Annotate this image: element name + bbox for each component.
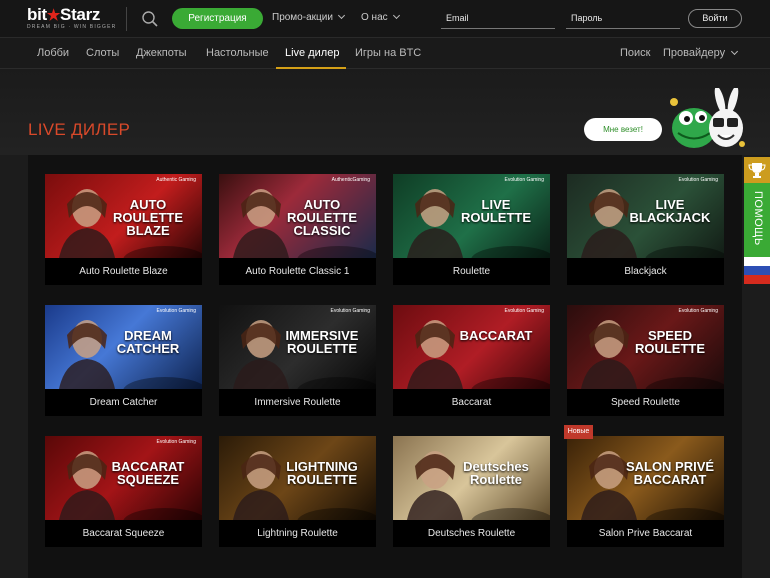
game-tile[interactable]: LIGHTNING ROULETTE Lightning Roulette xyxy=(219,436,376,547)
game-tile[interactable]: Evolution Gaming LIVE ROULETTE Roulette xyxy=(393,174,550,285)
game-name[interactable]: Deutsches Roulette xyxy=(393,520,550,547)
help-tab[interactable]: ПОМОЩЬ xyxy=(744,183,770,257)
game-tile[interactable]: Authentic Gaming AUTO ROULETTE BLAZE Auto … xyxy=(45,174,202,285)
game-name[interactable]: Salon Prive Baccarat xyxy=(567,520,724,547)
game-art-title: AUTO ROULETTE BLAZE xyxy=(112,197,184,238)
game-thumbnail[interactable]: Evolution Gaming IMMERSIVE ROULETTE xyxy=(219,305,376,389)
game-name[interactable]: Blackjack xyxy=(567,258,724,285)
trophy-icon[interactable] xyxy=(744,157,770,183)
mascot-image xyxy=(664,86,748,154)
game-art-title: LIVE ROULETTE xyxy=(460,197,532,225)
side-tabs: ПОМОЩЬ xyxy=(744,157,770,287)
password-field-wrap xyxy=(566,9,680,29)
game-tile[interactable]: AuthenticGaming AUTO ROULETTE CLASSIC Auto… xyxy=(219,174,376,285)
game-name[interactable]: Baccarat Squeeze xyxy=(45,520,202,547)
game-art-title: LIGHTNING ROULETTE xyxy=(286,459,358,487)
password-field[interactable] xyxy=(566,9,680,27)
game-tile[interactable]: SALON PRIVÉ BACCARAT Salon Prive Baccarat xyxy=(567,436,724,547)
game-thumbnail[interactable]: Evolution Gaming DREAM CATCHER xyxy=(45,305,202,389)
tab-slots[interactable]: Слоты xyxy=(86,47,119,59)
email-field-wrap xyxy=(441,9,555,29)
game-art-title: LIVE BLACKJACK xyxy=(629,197,711,225)
game-name[interactable]: Auto Roulette Blaze xyxy=(45,258,202,285)
lucky-button[interactable]: Мне везет! xyxy=(584,118,662,141)
game-art-title: IMMERSIVE ROULETTE xyxy=(285,328,359,356)
provider-logo: Authentic Gaming xyxy=(156,177,196,183)
game-name[interactable]: Speed Roulette xyxy=(567,389,724,416)
game-art-title: DREAM CATCHER xyxy=(116,328,180,356)
tab-jackpots[interactable]: Джекпоты xyxy=(136,47,187,59)
tab-live-dealer[interactable]: Live дилер xyxy=(285,47,339,59)
divider xyxy=(126,7,127,31)
game-art-title: BACCARAT xyxy=(459,328,533,343)
logo[interactable]: bit★Starz DREAM BIG · WIN BIGGER xyxy=(27,5,119,33)
tab-btc-games[interactable]: Игры на BTC xyxy=(355,47,421,59)
provider-logo: Evolution Gaming xyxy=(156,308,196,314)
language-flag-icon[interactable] xyxy=(744,257,770,284)
game-tile[interactable]: Evolution Gaming IMMERSIVE ROULETTE Immers… xyxy=(219,305,376,416)
logo-text: bit★Starz xyxy=(27,5,101,24)
game-tile[interactable]: Evolution Gaming LIVE BLACKJACK Blackjack xyxy=(567,174,724,285)
provider-filter[interactable]: Провайдеру xyxy=(663,47,739,59)
about-label: О нас xyxy=(361,12,388,23)
register-button[interactable]: Регистрация xyxy=(172,8,263,29)
provider-logo: AuthenticGaming xyxy=(331,177,370,183)
hero-band xyxy=(0,69,770,155)
chevron-down-icon xyxy=(731,47,739,56)
game-tile[interactable]: Evolution Gaming DREAM CATCHER Dream Catch… xyxy=(45,305,202,416)
game-tile[interactable]: Evolution Gaming BACCARAT Baccarat xyxy=(393,305,550,416)
game-art-title: SALON PRIVÉ BACCARAT xyxy=(625,459,715,487)
game-art-title: Deutsches Roulette xyxy=(463,459,529,487)
provider-logo: Evolution Gaming xyxy=(678,308,718,314)
about-dropdown[interactable]: О нас xyxy=(361,11,400,23)
game-name[interactable]: Immersive Roulette xyxy=(219,389,376,416)
game-thumbnail[interactable]: AuthenticGaming AUTO ROULETTE CLASSIC xyxy=(219,174,376,258)
page-title: LIVE ДИЛЕР xyxy=(28,120,131,139)
game-thumbnail[interactable]: SALON PRIVÉ BACCARAT xyxy=(567,436,724,520)
new-badge: Новые xyxy=(564,425,593,439)
dealer-image xyxy=(407,320,550,389)
game-name[interactable]: Roulette xyxy=(393,258,550,285)
game-thumbnail[interactable]: Evolution Gaming SPEED ROULETTE xyxy=(567,305,724,389)
game-art-title: AUTO ROULETTE CLASSIC xyxy=(286,197,358,238)
help-label: ПОМОЩЬ xyxy=(752,191,764,246)
game-art-title: BACCARAT SQUEEZE xyxy=(111,459,185,487)
tab-table-games[interactable]: Настольные xyxy=(206,47,269,59)
chevron-down-icon xyxy=(337,11,345,20)
game-art-title: SPEED ROULETTE xyxy=(634,328,706,356)
provider-logo: Evolution Gaming xyxy=(330,308,370,314)
game-thumbnail[interactable]: Authentic Gaming AUTO ROULETTE BLAZE xyxy=(45,174,202,258)
provider-label: Провайдеру xyxy=(663,47,726,59)
game-name[interactable]: Baccarat xyxy=(393,389,550,416)
game-thumbnail[interactable]: Evolution Gaming BACCARAT xyxy=(393,305,550,389)
game-thumbnail[interactable]: Evolution Gaming LIVE ROULETTE xyxy=(393,174,550,258)
game-name[interactable]: Lightning Roulette xyxy=(219,520,376,547)
provider-logo: Evolution Gaming xyxy=(504,308,544,314)
game-name[interactable]: Auto Roulette Classic 1 xyxy=(219,258,376,285)
promo-label: Промо-акции xyxy=(272,12,333,23)
game-thumbnail[interactable]: Evolution Gaming LIVE BLACKJACK xyxy=(567,174,724,258)
category-nav: Лобби Слоты Джекпоты Настольные Live дил… xyxy=(0,38,770,69)
provider-logo: Evolution Gaming xyxy=(678,177,718,183)
game-thumbnail[interactable]: LIGHTNING ROULETTE xyxy=(219,436,376,520)
game-tile[interactable]: Evolution Gaming BACCARAT SQUEEZE Baccarat… xyxy=(45,436,202,547)
game-thumbnail[interactable]: Evolution Gaming BACCARAT SQUEEZE xyxy=(45,436,202,520)
provider-logo: Evolution Gaming xyxy=(504,177,544,183)
login-button[interactable]: Войти xyxy=(688,9,742,28)
game-tile[interactable]: Evolution Gaming SPEED ROULETTE Speed Roul… xyxy=(567,305,724,416)
chevron-down-icon xyxy=(392,11,400,20)
promo-dropdown[interactable]: Промо-акции xyxy=(272,11,345,23)
email-field[interactable] xyxy=(441,9,555,27)
tab-lobby[interactable]: Лобби xyxy=(37,47,69,59)
logo-tagline: DREAM BIG · WIN BIGGER xyxy=(27,24,117,30)
game-tile[interactable]: Deutsches Roulette Deutsches Roulette xyxy=(393,436,550,547)
game-thumbnail[interactable]: Deutsches Roulette xyxy=(393,436,550,520)
search-icon[interactable] xyxy=(141,10,159,28)
game-name[interactable]: Dream Catcher xyxy=(45,389,202,416)
top-bar: bit★Starz DREAM BIG · WIN BIGGER Регистр… xyxy=(0,0,770,38)
provider-logo: Evolution Gaming xyxy=(156,439,196,445)
search-link[interactable]: Поиск xyxy=(620,47,650,59)
